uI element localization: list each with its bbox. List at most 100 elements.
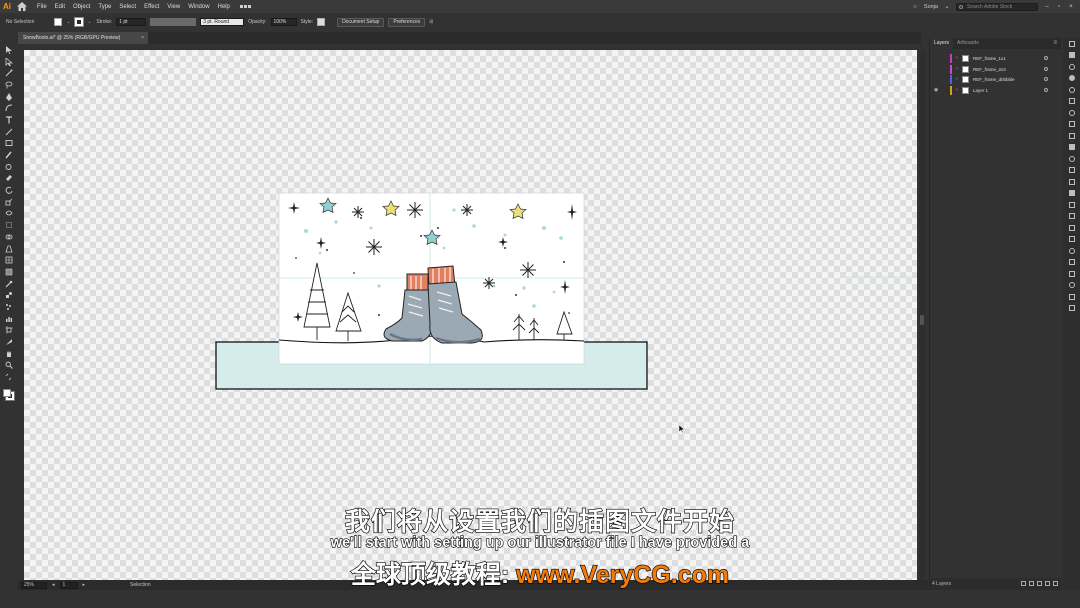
type-tool-icon[interactable] <box>2 114 16 126</box>
panel-menu-icon[interactable]: ≡ <box>1053 40 1057 46</box>
canvas[interactable] <box>24 50 917 580</box>
asset-export-icon[interactable] <box>1063 211 1080 223</box>
fill-swatch[interactable] <box>54 18 63 26</box>
eraser-tool-icon[interactable] <box>2 173 16 185</box>
scrollbar-thumb[interactable] <box>920 315 924 325</box>
menu-window[interactable]: Window <box>184 4 213 10</box>
mesh-tool-icon[interactable] <box>2 254 16 266</box>
selection-tool-icon[interactable] <box>2 44 16 56</box>
workspace-switcher-icon[interactable] <box>239 3 254 11</box>
paragraph-icon[interactable] <box>1063 268 1080 280</box>
stroke-icon[interactable] <box>1063 130 1080 142</box>
width-tool-icon[interactable] <box>2 208 16 220</box>
shaper-tool-icon[interactable] <box>2 161 16 173</box>
zoom-tool-icon[interactable] <box>2 360 16 372</box>
menu-view[interactable]: View <box>163 4 184 10</box>
menu-help[interactable]: Help <box>214 4 234 10</box>
layer-row[interactable]: ◉ › Layer 1 <box>930 85 1062 95</box>
opacity-label[interactable]: Opacity: <box>248 19 266 25</box>
rectangle-tool-icon[interactable] <box>2 138 16 150</box>
stroke-swatch[interactable] <box>74 17 85 27</box>
brushes-icon[interactable] <box>1063 107 1080 119</box>
minimize-icon[interactable]: – <box>1044 4 1050 10</box>
variable-width-profile[interactable] <box>150 18 197 26</box>
swatches-icon[interactable] <box>1063 96 1080 108</box>
maximize-icon[interactable]: ▫ <box>1056 4 1062 10</box>
document-tab[interactable]: SnowBoots.ai* @ 25% (RGB/GPU Preview) × <box>18 32 148 44</box>
free-transform-tool-icon[interactable] <box>2 219 16 231</box>
pathfinder-icon[interactable] <box>1063 245 1080 257</box>
lightbulb-icon[interactable]: ○ <box>912 4 918 10</box>
stock-search-input[interactable]: Search Adobe Stock <box>956 2 1038 11</box>
layers-icon[interactable] <box>1063 188 1080 200</box>
direct-selection-tool-icon[interactable] <box>2 56 16 68</box>
layer-target-icon[interactable] <box>1044 56 1048 60</box>
graphic-styles-icon[interactable] <box>1063 176 1080 188</box>
layer-target-icon[interactable] <box>1044 88 1048 92</box>
color-icon[interactable] <box>1063 73 1080 85</box>
appearance-icon[interactable] <box>1063 165 1080 177</box>
transform-icon[interactable] <box>1063 234 1080 246</box>
layer-target-icon[interactable] <box>1044 77 1048 81</box>
opentype-icon[interactable] <box>1063 280 1080 292</box>
preferences-button[interactable]: Preferences <box>388 17 426 27</box>
column-graph-tool-icon[interactable] <box>2 313 16 325</box>
libraries-icon[interactable] <box>1063 50 1080 62</box>
hand-tool-icon[interactable] <box>2 348 16 360</box>
menu-effect[interactable]: Effect <box>140 4 163 10</box>
eyedropper-tool-icon[interactable] <box>2 278 16 290</box>
layer-name[interactable]: REF_frame_2x3 <box>973 67 1006 72</box>
symbol-sprayer-tool-icon[interactable] <box>2 301 16 313</box>
graphic-style-swatch[interactable] <box>317 18 326 26</box>
curvature-tool-icon[interactable] <box>2 102 16 114</box>
stroke-weight-field[interactable]: 1 pt <box>116 18 147 26</box>
line-segment-tool-icon[interactable] <box>2 126 16 138</box>
character-icon[interactable] <box>1063 257 1080 269</box>
shape-builder-tool-icon[interactable] <box>2 231 16 243</box>
menu-edit[interactable]: Edit <box>51 4 69 10</box>
menu-type[interactable]: Type <box>94 4 115 10</box>
close-window-icon[interactable]: × <box>1068 4 1074 10</box>
links-icon[interactable] <box>1063 61 1080 73</box>
layer-name[interactable]: REF_frame_dribbble <box>973 77 1015 82</box>
slice-tool-icon[interactable] <box>2 336 16 348</box>
blend-tool-icon[interactable] <box>2 289 16 301</box>
artboards-icon[interactable] <box>1063 199 1080 211</box>
properties-icon[interactable] <box>1063 38 1080 50</box>
tab-artboards[interactable]: Artboards <box>953 38 983 49</box>
layer-row[interactable]: › REF_frame_dribbble <box>930 74 1062 84</box>
eye-icon[interactable]: ◉ <box>930 87 942 93</box>
vertical-scrollbar[interactable] <box>919 50 925 580</box>
navigator-icon[interactable] <box>1063 303 1080 315</box>
arrange-documents-icon[interactable]: ⊞ <box>429 19 441 25</box>
color-guide-icon[interactable] <box>1063 84 1080 96</box>
brush-definition-field[interactable]: 3 pt. Round <box>200 18 245 26</box>
layer-row[interactable]: › REF_frame_2x3 <box>930 64 1062 74</box>
menu-file[interactable]: File <box>33 4 51 10</box>
menu-object[interactable]: Object <box>69 4 94 10</box>
artboard-tool-icon[interactable] <box>2 325 16 337</box>
swap-colors-icon[interactable] <box>2 371 16 383</box>
lasso-tool-icon[interactable] <box>2 79 16 91</box>
gradient-tool-icon[interactable] <box>2 266 16 278</box>
fill-dropdown-icon[interactable]: ⌄ <box>66 19 71 25</box>
opacity-field[interactable]: 100% <box>270 18 297 26</box>
perspective-grid-tool-icon[interactable] <box>2 243 16 255</box>
layer-target-icon[interactable] <box>1044 67 1048 71</box>
document-setup-button[interactable]: Document Setup <box>337 17 385 27</box>
menu-select[interactable]: Select <box>115 4 140 10</box>
magic-wand-tool-icon[interactable] <box>2 67 16 79</box>
chevron-down-icon[interactable]: ⌄ <box>944 4 950 10</box>
tab-layers[interactable]: Layers <box>930 38 954 49</box>
gradient-icon[interactable] <box>1063 142 1080 154</box>
close-tab-icon[interactable]: × <box>141 32 144 44</box>
layer-name[interactable]: REF_frame_1x1 <box>973 56 1006 61</box>
transparency-icon[interactable] <box>1063 153 1080 165</box>
home-icon[interactable] <box>17 2 27 11</box>
symbols-icon[interactable] <box>1063 119 1080 131</box>
stroke-dropdown-icon[interactable]: ⌄ <box>87 19 92 25</box>
paintbrush-tool-icon[interactable] <box>2 149 16 161</box>
layer-row[interactable]: › REF_frame_1x1 <box>930 53 1062 63</box>
glyphs-icon[interactable] <box>1063 291 1080 303</box>
pen-tool-icon[interactable] <box>2 91 16 103</box>
